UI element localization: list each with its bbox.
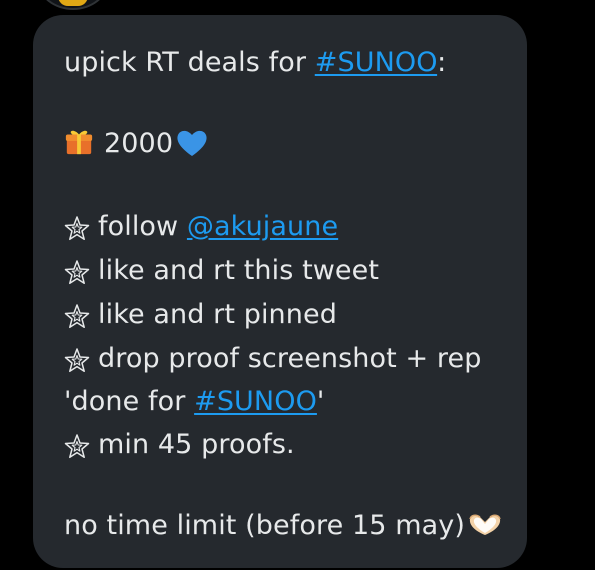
rule-continuation-prefix: 'done for bbox=[64, 386, 195, 417]
rule-item: drop proof screenshot + rep bbox=[64, 337, 505, 381]
intro-suffix: : bbox=[437, 47, 447, 78]
gift-icon bbox=[65, 130, 93, 155]
intro-line: upick RT deals for #SUNOO: bbox=[64, 41, 505, 85]
intro-text: upick RT deals for bbox=[64, 47, 315, 78]
rule-continuation: 'done for #SUNOO' bbox=[64, 381, 505, 423]
rule-text: like and rt pinned bbox=[98, 299, 337, 330]
rule-text: like and rt this tweet bbox=[98, 255, 380, 286]
rule-text: follow bbox=[98, 211, 187, 242]
prize-line: 2000 bbox=[64, 122, 505, 166]
closing-line: no time limit (before 15 may) bbox=[64, 504, 505, 548]
rule-item: min 45 proofs. bbox=[64, 423, 505, 467]
blue-heart-icon bbox=[177, 130, 207, 156]
star-outline-icon bbox=[64, 348, 90, 373]
heart-hands-icon bbox=[469, 514, 501, 535]
prize-amount: 2000 bbox=[104, 128, 174, 159]
rule-text: min 45 proofs. bbox=[98, 429, 295, 460]
star-outline-icon bbox=[64, 216, 90, 241]
avatar-image bbox=[58, 0, 88, 6]
star-outline-icon bbox=[64, 260, 90, 285]
hashtag-link-sunoo[interactable]: #SUNOO bbox=[315, 47, 437, 78]
closing-text: no time limit (before 15 may) bbox=[64, 510, 465, 541]
rule-item: follow @akujaune bbox=[64, 205, 505, 249]
star-outline-icon bbox=[64, 304, 90, 329]
tweet-bubble: upick RT deals for #SUNOO: 2000 follow @… bbox=[33, 15, 527, 568]
star-outline-icon bbox=[64, 434, 90, 459]
avatar[interactable] bbox=[38, 0, 108, 10]
hashtag-link-sunoo[interactable]: #SUNOO bbox=[194, 386, 317, 417]
rule-item: like and rt pinned bbox=[64, 293, 505, 337]
rule-text: drop proof screenshot + rep bbox=[98, 343, 482, 374]
mention-link-akujaune[interactable]: @akujaune bbox=[187, 211, 338, 242]
rule-item: like and rt this tweet bbox=[64, 249, 505, 293]
screen: upick RT deals for #SUNOO: 2000 follow @… bbox=[0, 0, 595, 570]
rule-continuation-suffix: ' bbox=[316, 386, 325, 417]
